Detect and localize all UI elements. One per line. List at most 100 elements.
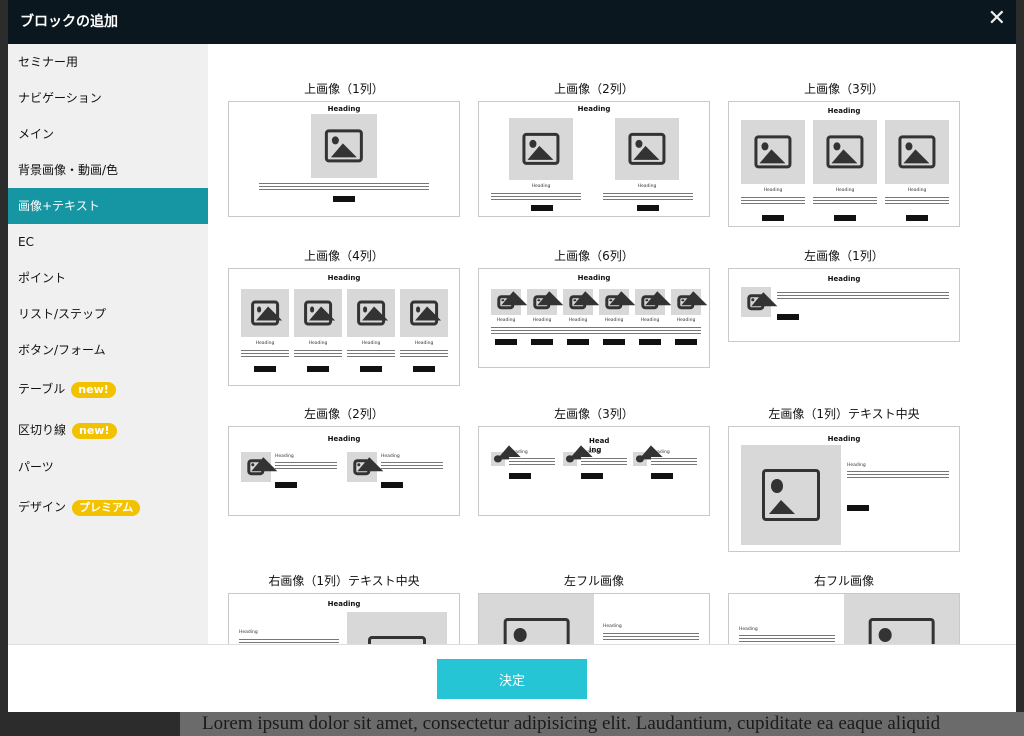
text-lines [347,349,395,357]
confirm-button[interactable]: 決定 [437,659,587,699]
thumb-heading: Heading [827,107,861,115]
sidebar-item-button-form[interactable]: ボタン/フォーム [8,332,208,368]
sidebar-item-label: EC [18,235,34,249]
template-right-image-1col-center[interactable]: Heading Heading [228,593,460,644]
template-left-full-image[interactable]: Heading [478,593,710,644]
thumb-caption: Heading [255,341,275,346]
text-lines [381,461,443,469]
premium-badge: プレミアム [72,499,141,516]
text-lines [259,182,429,190]
sidebar-item-point[interactable]: ポイント [8,260,208,296]
thumb-caption: Heading [532,318,552,323]
sidebar-item-navigation[interactable]: ナビゲーション [8,80,208,116]
thumb-caption: Heading [739,627,758,632]
text-lines [651,457,697,465]
template-title: 右画像（1列）テキスト中央 [268,574,420,588]
sidebar-item-table[interactable]: テーブル new! [8,371,208,407]
template-title: 上画像（1列） [304,82,384,96]
image-placeholder-icon [844,594,959,644]
thumb-caption: Heading [603,624,622,629]
close-icon[interactable]: ✕ [988,6,1006,32]
sidebar-item-label: ポイント [18,271,67,285]
thumb-heading: Heading [327,600,361,608]
thumb-caption: Heading [907,188,927,193]
thumb-button [567,339,589,345]
image-placeholder-icon [671,289,708,315]
sidebar-item-label: デザイン [18,500,67,514]
thumb-caption: Heading [676,318,696,323]
thumb-caption: Heading [509,450,528,455]
template-title: 上画像（3列） [804,82,884,96]
thumb-caption: Heading [640,318,660,323]
text-lines [741,196,805,204]
dialog-title: ブロックの追加 [20,14,118,30]
text-lines [294,349,342,357]
thumb-caption: Heading [651,450,670,455]
sidebar-item-ec[interactable]: EC [8,224,208,260]
thumb-heading: Heading [827,275,861,283]
sidebar-item-label: 画像+テキスト [18,199,100,213]
sidebar-item-label: リスト/ステップ [18,307,107,321]
template-right-full-image[interactable]: Heading [728,593,960,644]
template-left-image-3col[interactable]: Head ing Heading Heading Heading [478,426,710,516]
image-placeholder-icon [491,289,528,315]
text-lines [509,457,555,465]
thumb-caption: Heading [531,184,551,189]
template-top-image-6col[interactable]: Heading Heading Heading Heading Heading … [478,268,710,368]
image-placeholder-icon [633,445,666,466]
thumb-button [531,339,553,345]
thumb-button [639,339,661,345]
image-placeholder-icon [347,452,384,482]
sidebar-item-parts[interactable]: パーツ [8,449,208,485]
sidebar-item-image-text[interactable]: 画像+テキスト [8,188,208,224]
sidebar-item-divider[interactable]: 区切り線 new! [8,412,208,448]
thumb-button [413,366,435,372]
text-lines [491,326,701,334]
thumb-button [651,473,673,479]
sidebar-item-seminar[interactable]: セミナー用 [8,44,208,80]
template-title: 右フル画像 [813,574,874,588]
thumb-caption: Heading [239,630,258,635]
sidebar-item-design[interactable]: デザイン プレミアム [8,489,208,525]
sidebar-item-label: 背景画像・動画/色 [18,163,119,177]
template-top-image-1col[interactable]: Heading [228,101,460,217]
sidebar-item-list-step[interactable]: リスト/ステップ [8,296,208,332]
image-placeholder-icon [615,118,679,180]
image-placeholder-icon [527,289,564,315]
thumb-caption: Heading [835,188,855,193]
image-placeholder-icon [741,287,778,317]
template-left-image-1col[interactable]: Heading [728,268,960,342]
thumb-button [509,473,531,479]
thumb-button [531,205,553,211]
text-lines [581,457,627,465]
image-placeholder-icon [599,289,636,315]
thumb-button [360,366,382,372]
sidebar-item-main[interactable]: メイン [8,116,208,152]
thumb-caption: Heading [637,184,657,189]
thumb-button [603,339,625,345]
category-sidebar: セミナー用 ナビゲーション メイン 背景画像・動画/色 画像+テキスト EC ポ… [8,44,208,644]
thumb-button [777,314,799,320]
template-top-image-4col[interactable]: Heading Heading Heading Heading Heading [228,268,460,386]
thumb-caption: Heading [308,341,328,346]
thumb-button [906,215,928,221]
template-gallery: 上画像（1列） Heading 上画像（2列） Heading Heading … [208,44,1016,644]
thumb-button [847,505,869,511]
thumb-button [675,339,697,345]
image-placeholder-icon [741,445,841,545]
thumb-caption: Heading [275,454,294,459]
thumb-caption: Heading [604,318,624,323]
thumb-button [762,215,784,221]
dialog-footer: 決定 [8,644,1016,712]
thumb-heading: Heading [827,435,861,443]
image-placeholder-icon [563,289,600,315]
template-left-image-1col-center[interactable]: Heading Heading [728,426,960,552]
thumb-caption: Heading [581,450,600,455]
sidebar-item-background[interactable]: 背景画像・動画/色 [8,152,208,188]
template-top-image-2col[interactable]: Heading Heading Heading [478,101,710,217]
thumb-caption: Heading [847,463,866,468]
thumb-caption: Heading [414,341,434,346]
sidebar-item-label: メイン [18,127,55,141]
template-left-image-2col[interactable]: Heading Heading Heading [228,426,460,516]
template-top-image-3col[interactable]: Heading Heading Heading Heading [728,101,960,227]
